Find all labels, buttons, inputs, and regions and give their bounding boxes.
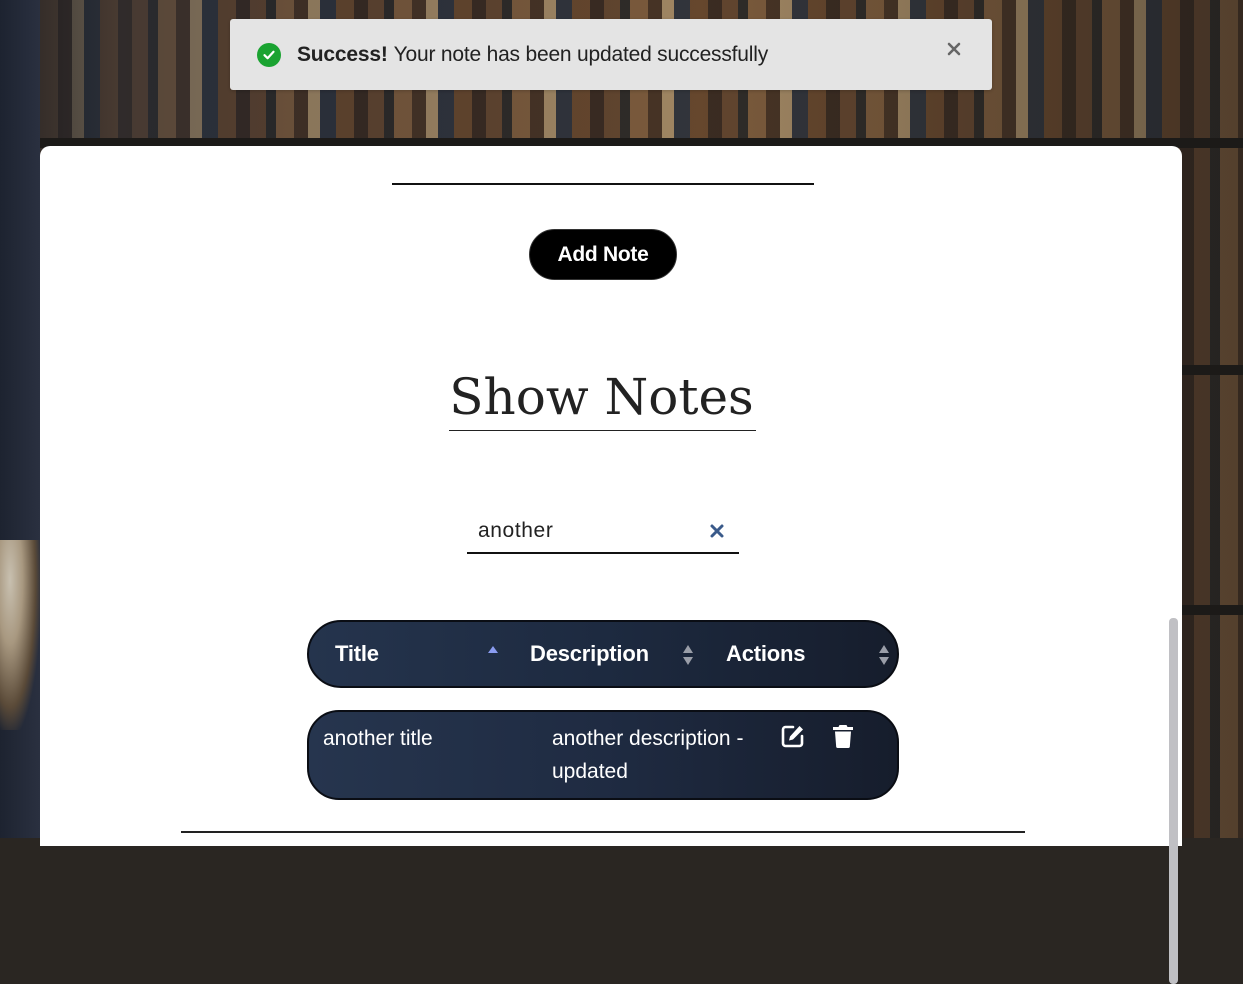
notes-card: Add Note Show Notes Title Description Ac… [40, 146, 1182, 984]
toast-title: Success! [297, 42, 388, 66]
sort-ascending-icon[interactable] [487, 644, 499, 666]
toast-close-button[interactable] [944, 41, 964, 61]
table-header: Title Description Actions [307, 620, 899, 688]
page-title-text: Show Notes [449, 366, 756, 431]
close-icon [947, 42, 961, 61]
search-input[interactable] [467, 508, 710, 554]
row-title: another title [323, 727, 433, 750]
table-row: another title another description - upda… [307, 710, 899, 800]
sort-icon[interactable] [878, 644, 890, 666]
sort-icon[interactable] [682, 644, 694, 666]
page-title: Show Notes [40, 366, 1165, 431]
edit-button[interactable] [780, 723, 806, 755]
scrollbar-thumb[interactable] [1169, 618, 1178, 984]
trash-icon [832, 723, 854, 755]
add-note-button[interactable]: Add Note [529, 229, 677, 280]
background-statue [0, 540, 40, 730]
column-header-actions[interactable]: Actions [726, 622, 805, 686]
toast-body: Your note has been updated successfully [393, 42, 769, 66]
section-divider [181, 831, 1025, 833]
column-header-title[interactable]: Title [335, 622, 379, 686]
search-clear-button[interactable] [708, 522, 726, 540]
check-circle-icon [257, 42, 281, 67]
section-divider [392, 183, 814, 185]
column-header-description[interactable]: Description [530, 622, 649, 686]
success-toast: Success! Your note has been updated succe… [230, 19, 992, 90]
close-icon [708, 524, 726, 544]
delete-button[interactable] [830, 723, 856, 755]
search-field [467, 508, 739, 554]
toast-message: Success! Your note has been updated succe… [297, 43, 768, 67]
row-description: another description - updated [552, 727, 744, 783]
edit-icon [780, 723, 806, 755]
